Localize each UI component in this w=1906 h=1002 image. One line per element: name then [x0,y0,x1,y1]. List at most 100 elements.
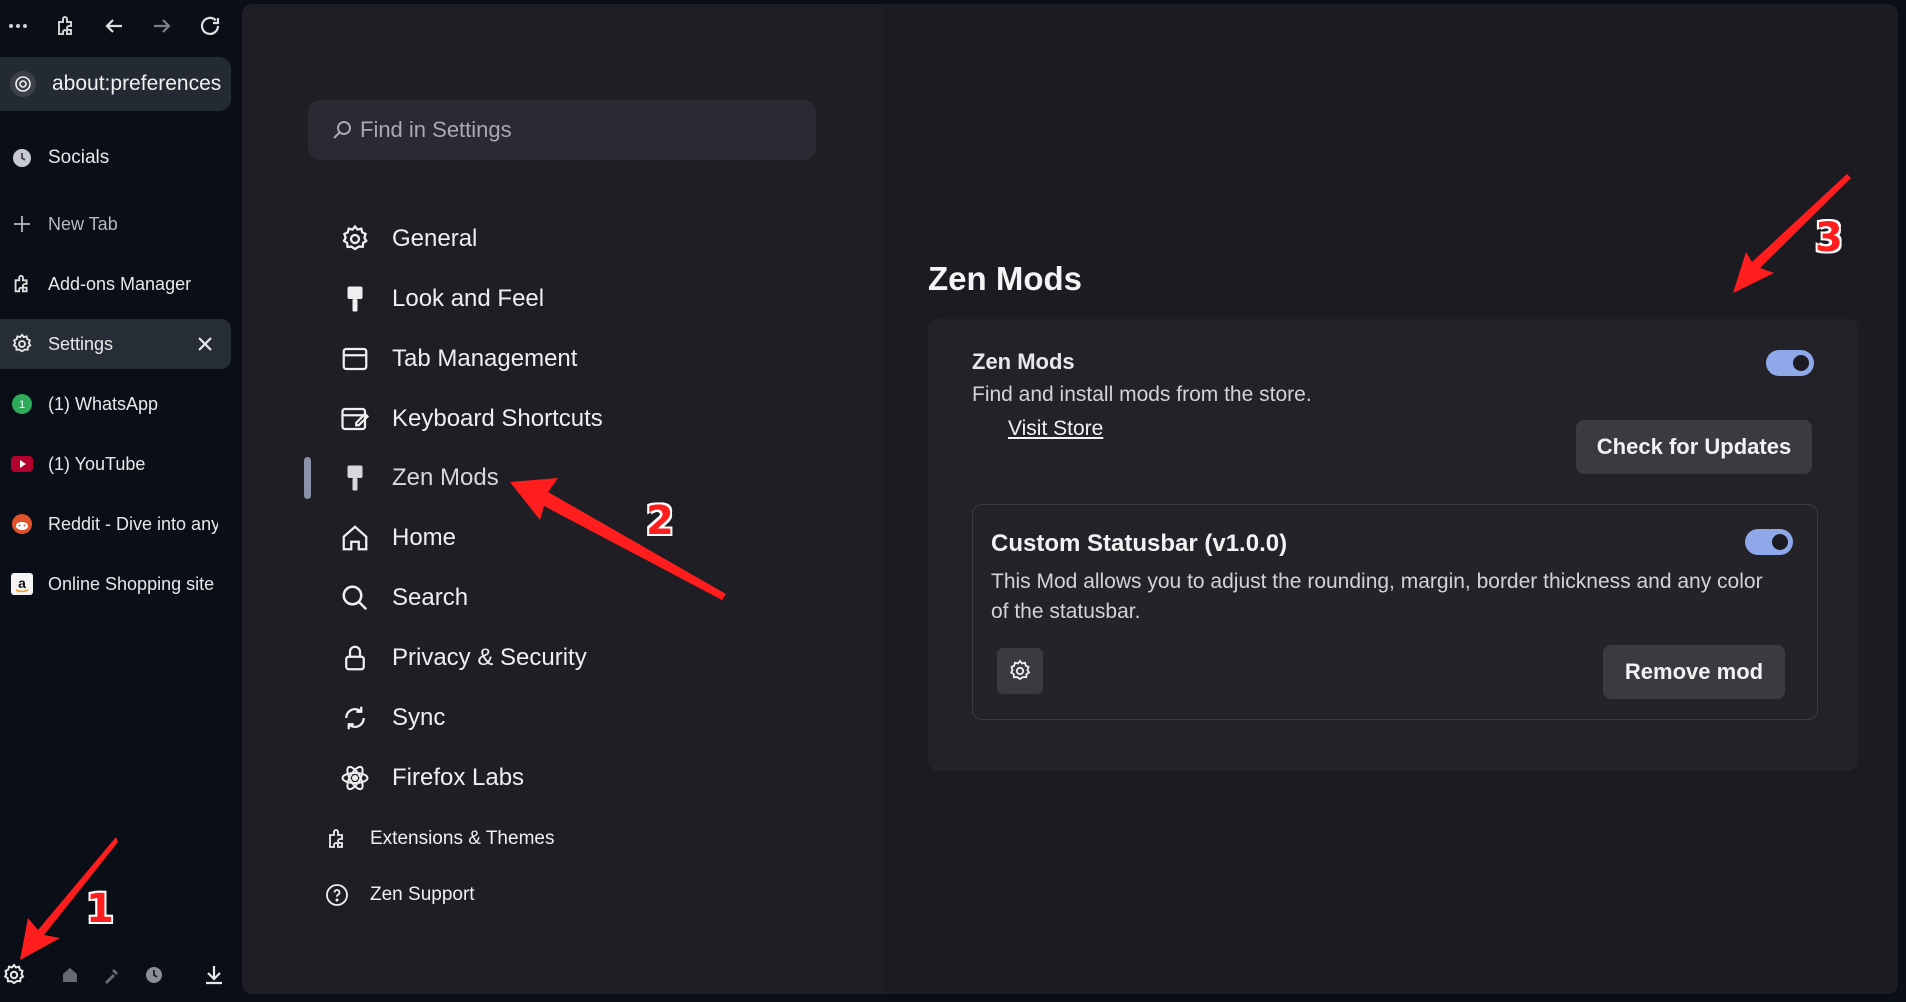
category-tab-management[interactable]: Tab Management [338,334,577,384]
site-info-icon[interactable] [10,71,36,97]
category-search[interactable]: Search [338,573,468,623]
clock-icon [10,146,34,170]
puzzle-icon [10,272,34,296]
download-icon[interactable] [200,961,228,989]
section-description: Find and install mods from the store. [972,383,1312,406]
mod-toggle[interactable] [1745,529,1793,555]
category-label: Look and Feel [392,285,545,312]
tool-icon[interactable] [98,961,126,989]
category-label: Home [392,524,457,551]
url-text: about:preferences [52,72,222,95]
tab-youtube[interactable]: (1) YouTube [0,439,231,489]
zen-mods-toggle[interactable] [1766,350,1814,376]
selected-category-indicator [304,457,311,499]
mod-settings-button[interactable] [997,648,1043,694]
atom-icon [338,761,372,795]
tab-socials[interactable]: Socials [0,133,231,183]
link-zen-support[interactable]: Zen Support [322,870,475,920]
tab-addons-manager[interactable]: Add-ons Manager [0,259,231,309]
zen-mods-section: Zen Mods Find and install mods from the … [928,319,1858,771]
category-label: Search [392,584,469,611]
settings-main-pane: Zen Mods Zen Mods Find and install mods … [884,4,1898,994]
tab-label: Reddit - Dive into anything [48,513,218,534]
category-privacy-security[interactable]: Privacy & Security [338,633,587,683]
link-label: Zen Support [370,884,475,905]
category-general[interactable]: General [338,214,477,264]
link-extensions-themes[interactable]: Extensions & Themes [322,814,554,864]
annotation-label-3: 3 [1815,215,1843,261]
category-label: Zen Mods [392,464,499,491]
category-sync[interactable]: Sync [338,693,445,743]
gear-icon [10,332,34,356]
close-tab-icon[interactable] [193,332,217,356]
tab-reddit[interactable]: Reddit - Dive into anything [0,499,231,549]
forward-icon[interactable] [144,8,180,44]
tab-label: (1) YouTube [48,453,146,474]
whatsapp-icon: 1 [10,392,34,416]
gear-icon [338,222,372,256]
svg-text:1: 1 [19,399,25,411]
keyboard-icon [338,402,372,436]
tab-new-tab[interactable]: New Tab [0,199,231,249]
category-zen-mods[interactable]: Zen Mods [338,453,499,503]
page-title: Zen Mods [928,260,1082,297]
tab-label: Add-ons Manager [48,273,192,294]
help-icon [322,880,352,910]
category-look-and-feel[interactable]: Look and Feel [338,274,544,324]
category-keyboard-shortcuts[interactable]: Keyboard Shortcuts [338,394,603,444]
tab-label: (1) WhatsApp [48,393,159,414]
reload-icon[interactable] [192,8,228,44]
category-label: General [392,225,478,252]
annotation-label-2: 2 [646,498,674,544]
reddit-icon [10,512,34,536]
tab-label: Socials [48,147,110,168]
category-label: Firefox Labs [392,764,525,791]
settings-search-input[interactable]: Find in Settings [308,100,816,160]
link-label: Extensions & Themes [370,828,555,849]
browser-sidebar: about:preferences Socials New Tab Add-on… [0,0,240,1002]
svg-text:a: a [18,575,26,591]
section-heading: Zen Mods [972,349,1075,374]
settings-navigation: Find in Settings General Look and Feel T… [242,4,884,994]
tab-label: New Tab [48,213,118,234]
category-label: Keyboard Shortcuts [392,405,603,432]
tab-whatsapp[interactable]: 1 (1) WhatsApp [0,379,231,429]
mod-card: Custom Statusbar (v1.0.0) This Mod allow… [972,504,1818,720]
category-label: Sync [392,704,446,731]
visit-store-link[interactable]: Visit Store [1008,417,1103,441]
check-updates-button[interactable]: Check for Updates [1576,420,1812,474]
extensions-icon[interactable] [48,8,84,44]
annotation-label-1: 1 [86,886,114,932]
settings-gear-icon[interactable] [0,961,28,989]
tab-amazon[interactable]: a Online Shopping site [0,559,231,609]
mod-description: This Mod allows you to adjust the roundi… [991,570,1763,623]
mod-name: Custom Statusbar (v1.0.0) [991,530,1288,557]
more-menu-icon[interactable] [0,8,36,44]
puzzle-icon [322,824,352,854]
search-placeholder: Find in Settings [360,117,512,142]
youtube-icon [10,452,34,476]
tab-label: Online Shopping site [48,573,215,594]
preferences-page: Find in Settings General Look and Feel T… [242,4,1898,994]
magnifier-icon [338,581,372,615]
lock-icon [338,641,372,675]
home-icon [338,521,372,555]
paintbrush-icon [338,461,372,495]
sync-icon [338,701,372,735]
category-label: Privacy & Security [392,644,587,671]
back-icon[interactable] [96,8,132,44]
window-icon [338,342,372,376]
category-label: Tab Management [392,345,578,372]
sidebar-bottom-bar [0,955,240,995]
amazon-icon: a [10,572,34,596]
toolbar [0,8,240,44]
history-icon[interactable] [140,961,168,989]
paintbrush-icon [338,282,372,316]
tab-settings[interactable]: Settings [0,319,231,369]
url-bar[interactable]: about:preferences [0,57,231,111]
gear-icon [1010,659,1031,681]
category-firefox-labs[interactable]: Firefox Labs [338,753,524,803]
workspace-icon[interactable] [56,961,84,989]
category-home[interactable]: Home [338,513,456,563]
remove-mod-button[interactable]: Remove mod [1603,645,1785,699]
